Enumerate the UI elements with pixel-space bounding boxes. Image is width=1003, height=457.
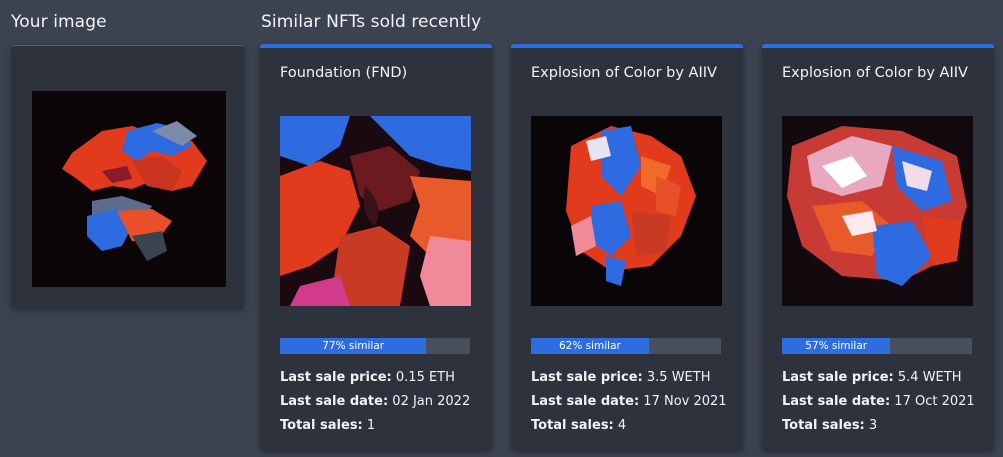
- last-sale-price: Last sale price: 5.4 WETH: [782, 370, 962, 385]
- nft-title: Explosion of Color by AIIV: [531, 65, 717, 81]
- total-sales: Total sales: 3: [782, 418, 878, 433]
- nft-title: Explosion of Color by AIIV: [782, 65, 968, 81]
- total-sales: Total sales: 1: [280, 418, 376, 433]
- your-image-thumbnail: [32, 91, 226, 287]
- nft-thumbnail: [782, 116, 973, 306]
- nft-title: Foundation (FND): [280, 65, 408, 81]
- similarity-bar: 62% similar: [531, 338, 721, 354]
- nft-card[interactable]: Foundation (FND) 77% similar Last sale p…: [260, 44, 492, 450]
- last-sale-price: Last sale price: 0.15 ETH: [280, 370, 455, 385]
- your-image-heading: Your image: [11, 12, 107, 32]
- last-sale-price: Last sale price: 3.5 WETH: [531, 370, 711, 385]
- last-sale-date: Last sale date: 17 Oct 2021: [782, 394, 975, 409]
- last-sale-date: Last sale date: 02 Jan 2022: [280, 394, 471, 409]
- similarity-label: 62% similar: [558, 340, 621, 352]
- similarity-label: 77% similar: [322, 340, 385, 352]
- similar-nfts-heading: Similar NFTs sold recently: [261, 12, 482, 32]
- total-sales: Total sales: 4: [531, 418, 627, 433]
- nft-thumbnail: [280, 116, 471, 306]
- last-sale-date: Last sale date: 17 Nov 2021: [531, 394, 727, 409]
- nft-card[interactable]: Explosion of Color by AIIV 62% similar L…: [511, 44, 743, 450]
- your-image-card: [11, 45, 244, 308]
- nft-card[interactable]: Explosion of Color by AIIV 57% similar L…: [762, 44, 994, 450]
- nft-thumbnail: [531, 116, 722, 306]
- similarity-label: 57% similar: [805, 340, 868, 352]
- similarity-bar: 57% similar: [782, 338, 972, 354]
- similarity-bar: 77% similar: [280, 338, 470, 354]
